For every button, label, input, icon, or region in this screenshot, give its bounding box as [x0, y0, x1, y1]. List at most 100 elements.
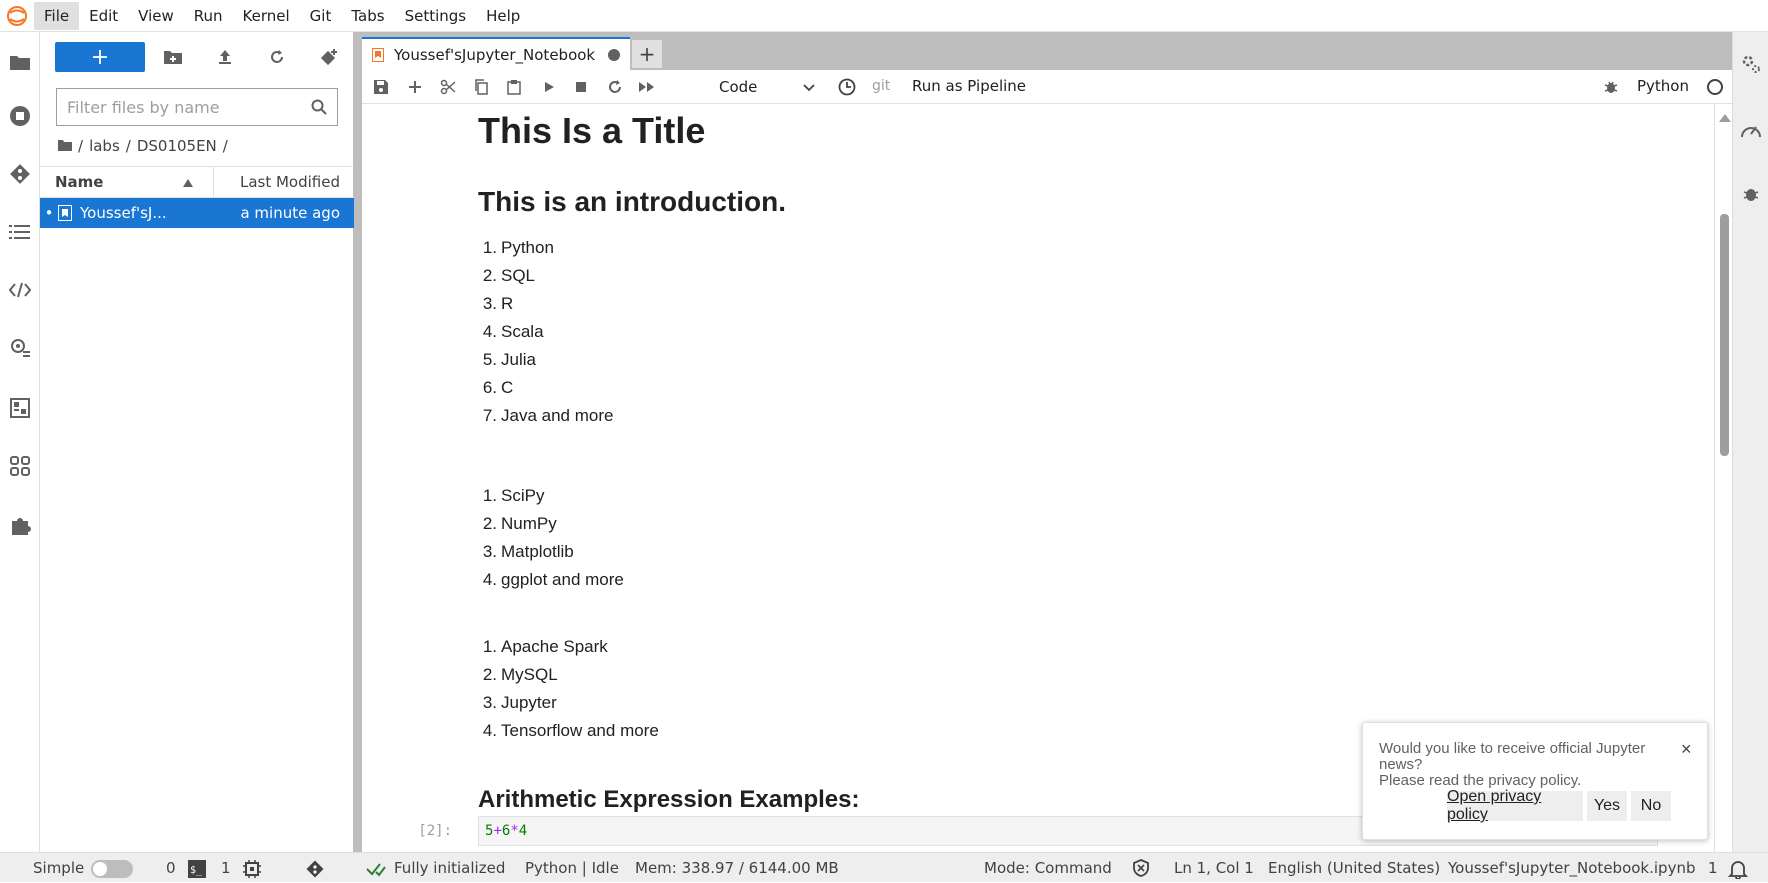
open-privacy-policy-button[interactable]: Open privacy policy: [1447, 788, 1583, 823]
git-clone-icon[interactable]: [314, 42, 344, 72]
notebook-tab-icon: [372, 47, 384, 62]
new-folder-icon[interactable]: [158, 42, 188, 72]
file-modified: a minute ago: [240, 204, 340, 222]
ordered-list-tools: 1. Apache Spark 2. MySQL 3. Jupyter 4. Tenso…: [478, 633, 659, 745]
memory-usage: Mem: 338.97 / 6144.00 MB: [635, 859, 839, 877]
column-name[interactable]: Name: [40, 167, 214, 197]
clock-icon[interactable]: [834, 75, 860, 99]
markdown-title: This Is a Title: [478, 110, 706, 151]
list-item: 2. SQL: [482, 266, 536, 285]
tab-notebook[interactable]: Youssef'sJupyter_Notebook: [362, 37, 630, 70]
palette-icon[interactable]: [6, 394, 34, 422]
refresh-icon[interactable]: [262, 42, 292, 72]
close-icon[interactable]: ×: [1681, 739, 1692, 760]
menu-git[interactable]: Git: [300, 2, 342, 30]
menu-kernel[interactable]: Kernel: [233, 2, 300, 30]
no-button[interactable]: No: [1631, 791, 1671, 821]
scroll-up-arrow-icon[interactable]: [1719, 114, 1731, 122]
running-stop-icon[interactable]: [6, 102, 34, 130]
file-row[interactable]: • Youssef'sJ... a minute ago: [40, 198, 354, 228]
yes-button[interactable]: Yes: [1587, 791, 1627, 821]
notification-count[interactable]: 1: [1708, 859, 1718, 877]
menu-file[interactable]: File: [34, 1, 80, 30]
menu-view[interactable]: View: [128, 2, 184, 30]
chevron-down-icon: [803, 78, 815, 96]
stop-icon[interactable]: [568, 75, 594, 99]
right-activity-bar: [1732, 32, 1768, 852]
folder-icon[interactable]: [6, 48, 34, 76]
property-gears-icon[interactable]: [1739, 52, 1763, 76]
menu-edit[interactable]: Edit: [79, 2, 128, 30]
debugger-bug-icon[interactable]: [1598, 75, 1624, 99]
cell-prompt: [2]:: [418, 823, 452, 839]
upload-icon[interactable]: [210, 42, 240, 72]
terminal-count[interactable]: 0: [166, 859, 176, 877]
git-diff-label[interactable]: git: [872, 78, 890, 94]
insert-cell-icon[interactable]: [402, 75, 428, 99]
puzzle-piece-icon[interactable]: [6, 512, 34, 540]
lsp-status[interactable]: Fully initialized: [394, 859, 505, 877]
search-icon: [311, 99, 327, 115]
kernel-count[interactable]: 1: [221, 859, 231, 877]
news-notification-toast: Would you like to receive official Jupyt…: [1362, 722, 1708, 840]
breadcrumb-ds0105en[interactable]: DS0105EN: [137, 137, 217, 155]
extensions-grid-icon[interactable]: [6, 452, 34, 480]
cut-icon[interactable]: [435, 75, 461, 99]
unsaved-indicator-icon[interactable]: [608, 48, 620, 61]
list-item: 4. ggplot and more: [482, 570, 624, 589]
lsp-initialized-icon: [366, 860, 386, 882]
git-icon[interactable]: [6, 160, 34, 188]
ordered-list-libraries: 1. SciPy 2. NumPy 3. Matplotlib 4. ggplot an…: [478, 482, 624, 594]
list-item: 3. Matplotlib: [482, 542, 574, 561]
kernel-state[interactable]: Python | Idle: [525, 859, 619, 877]
new-launcher-button[interactable]: +: [55, 42, 145, 72]
run-as-pipeline-button[interactable]: Run as Pipeline: [912, 77, 1026, 95]
column-last-modified[interactable]: Last Modified: [214, 167, 354, 197]
debugger-icon[interactable]: [1739, 182, 1763, 206]
cursor-position[interactable]: Ln 1, Col 1: [1174, 859, 1254, 877]
git-status-icon[interactable]: [306, 860, 324, 882]
code-icon[interactable]: [6, 276, 34, 304]
tab-label: Youssef'sJupyter_Notebook: [394, 45, 596, 64]
restart-icon[interactable]: [602, 75, 628, 99]
cell-type-select[interactable]: Code: [715, 75, 815, 99]
menu-settings[interactable]: Settings: [395, 2, 477, 30]
breadcrumb: / labs / DS0105EN /: [58, 136, 228, 156]
trusted-shield-icon[interactable]: [1132, 859, 1150, 881]
kernel-name[interactable]: Python: [1637, 77, 1689, 95]
home-folder-icon[interactable]: [58, 137, 72, 155]
unsaved-dot: •: [44, 204, 54, 222]
menu-tabs[interactable]: Tabs: [341, 2, 394, 30]
breadcrumb-labs[interactable]: labs: [89, 137, 120, 155]
resource-gauge-icon[interactable]: [1739, 118, 1763, 142]
command-mode: Mode: Command: [984, 859, 1112, 877]
kernel-chip-icon: [243, 860, 261, 882]
list-item: 2. MySQL: [482, 665, 558, 684]
property-inspector-icon[interactable]: [6, 334, 34, 362]
run-icon[interactable]: [536, 75, 562, 99]
simple-mode-toggle[interactable]: [91, 860, 133, 878]
file-name: Youssef'sJ...: [80, 204, 167, 222]
scroll-thumb[interactable]: [1720, 214, 1729, 456]
markdown-intro: This is an introduction.: [478, 186, 786, 217]
bell-icon[interactable]: [1727, 859, 1749, 883]
menu-bar: File Edit View Run Kernel Git Tabs Setti…: [0, 0, 1768, 32]
paste-icon[interactable]: [501, 75, 527, 99]
table-of-contents-icon[interactable]: [6, 218, 34, 246]
menu-help[interactable]: Help: [476, 2, 530, 30]
save-icon[interactable]: [368, 75, 394, 99]
restart-run-all-icon[interactable]: [634, 75, 660, 99]
list-item: 2. NumPy: [482, 514, 557, 533]
copy-icon[interactable]: [468, 75, 494, 99]
display-language[interactable]: English (United States): [1268, 859, 1440, 877]
list-item: 4. Tensorflow and more: [482, 721, 659, 740]
panel-splitter[interactable]: [354, 32, 362, 852]
filter-input[interactable]: [67, 97, 307, 117]
menu-run[interactable]: Run: [184, 2, 233, 30]
status-bar: Simple 0 $_ 1 Fully initialized Python |…: [0, 852, 1768, 882]
list-item: 1. Apache Spark: [482, 637, 608, 656]
add-tab-button[interactable]: +: [632, 40, 662, 68]
notebook-scrollbar[interactable]: [1714, 104, 1732, 852]
kernel-status-icon: [1707, 79, 1723, 95]
list-item: 6. C: [482, 378, 514, 397]
